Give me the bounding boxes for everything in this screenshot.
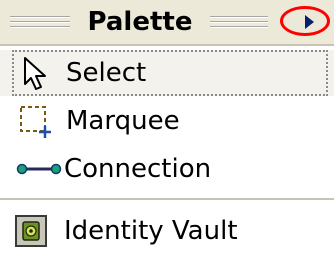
palette-header[interactable]: Palette [0,0,334,44]
tool-marquee[interactable]: Marquee [0,98,334,144]
triangle-right-icon [305,15,314,29]
tool-select[interactable]: Select [0,50,334,96]
drag-grip-right[interactable] [210,12,268,32]
collapse-palette-button[interactable] [280,6,330,36]
tool-marquee-label: Marquee [66,106,180,136]
drag-grip-left[interactable] [10,12,70,32]
connection-icon [16,163,62,175]
identity-vault-icon [15,215,47,247]
tool-connection-label: Connection [64,154,212,184]
object-identity-vault-label: Identity Vault [64,216,238,246]
tool-connection[interactable]: Connection [0,146,334,192]
tool-select-label: Select [66,58,147,88]
palette-panel: Palette Select Marquee Connection Identi… [0,0,334,255]
marquee-icon [20,106,51,138]
header-divider [0,44,334,46]
object-identity-vault[interactable]: Identity Vault [0,208,334,254]
arrow-cursor-icon [24,57,46,90]
selection-outline [12,50,328,96]
palette-title: Palette [87,7,193,37]
